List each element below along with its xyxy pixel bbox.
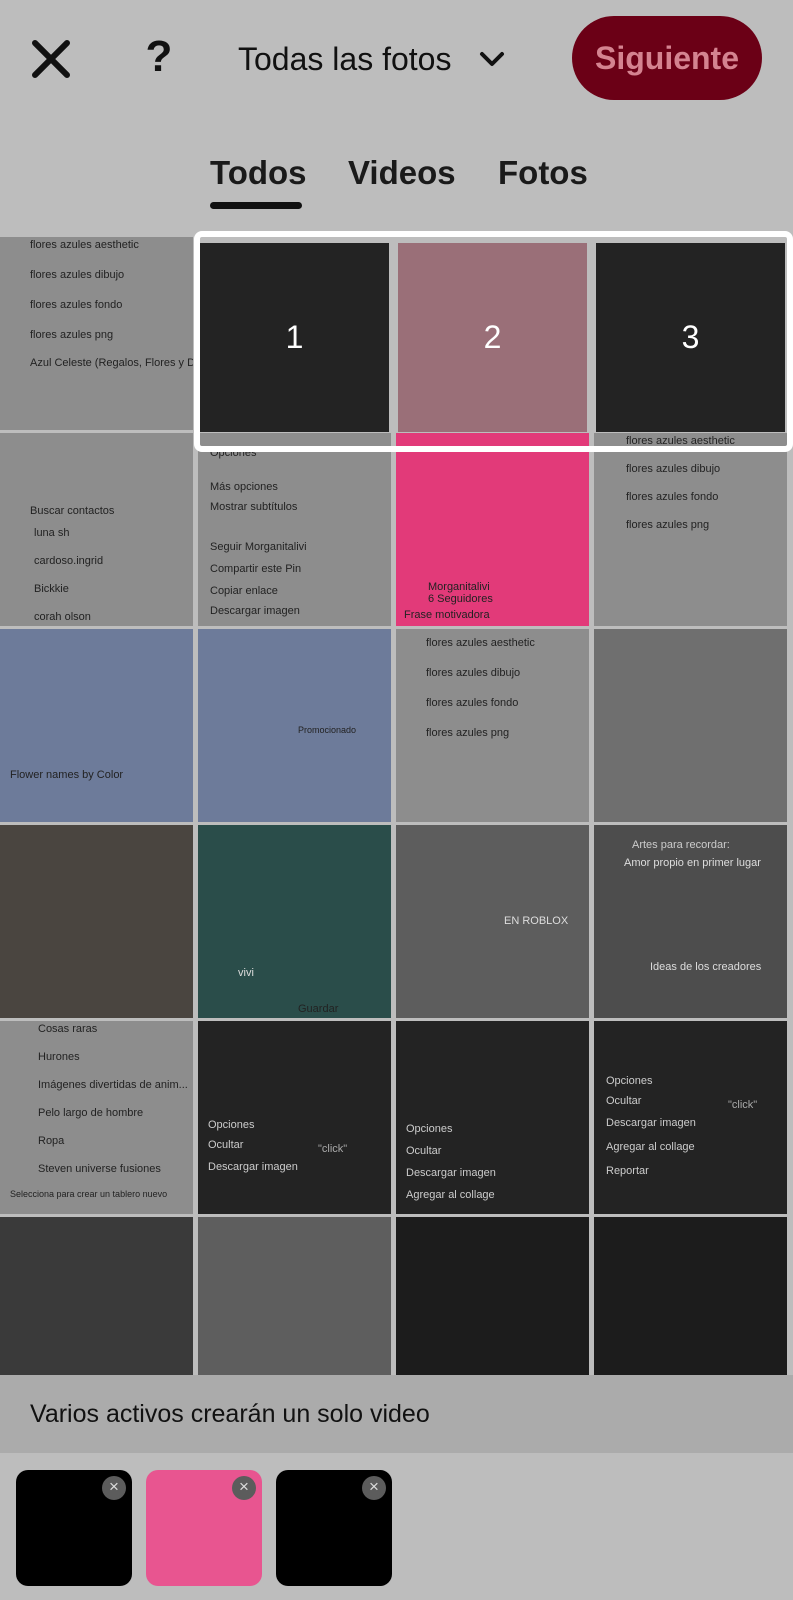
close-icon[interactable]: × [102, 1476, 126, 1500]
media-thumbnail[interactable]: EN ROBLOX [396, 825, 589, 1018]
tab-todos[interactable]: Todos [210, 154, 307, 192]
media-thumbnail[interactable] [594, 629, 787, 822]
media-thumbnail[interactable]: flores azules aesthetic flores azules di… [594, 433, 787, 626]
multi-asset-notice: Varios activos crearán un solo video [0, 1375, 793, 1453]
album-title: Todas las fotos [238, 40, 452, 77]
media-thumbnail[interactable] [0, 1217, 193, 1375]
selected-thumbnail[interactable]: × [276, 1470, 392, 1586]
close-icon[interactable]: × [362, 1476, 386, 1500]
close-icon [32, 40, 70, 78]
media-thumbnail[interactable]: flores azules aesthetic flores azules di… [396, 629, 589, 822]
media-thumbnail[interactable] [594, 1217, 787, 1375]
selection-order-number: 1 [285, 319, 304, 355]
help-button[interactable]: ? [134, 32, 184, 82]
media-thumbnail[interactable]: Cosas raras Hurones Imágenes divertidas … [0, 1021, 193, 1214]
media-thumbnail[interactable]: Opciones Ocultar Descargar imagen Agrega… [396, 1021, 589, 1214]
media-thumbnail[interactable]: vivi Guardar [198, 825, 391, 1018]
close-icon[interactable]: × [232, 1476, 256, 1500]
media-thumbnail[interactable]: Opciones Más opciones Mostrar subtítulos… [198, 433, 391, 626]
media-thumbnail[interactable] [396, 1217, 589, 1375]
media-thumbnail[interactable]: Artes para recordar: Amor propio en prim… [594, 825, 787, 1018]
tab-fotos[interactable]: Fotos [498, 154, 588, 192]
top-bar: ? Todas las fotos Siguiente [0, 0, 793, 115]
selection-order-number: 2 [483, 319, 502, 355]
media-thumbnail[interactable]: Buscar contactos luna sh cardoso.ingrid … [0, 433, 193, 626]
media-grid: flores azules aesthetic flores azules di… [0, 237, 793, 1375]
tab-videos[interactable]: Videos [348, 154, 456, 192]
media-thumbnail[interactable] [198, 1217, 391, 1375]
media-tabs: Todos Videos Fotos [0, 150, 793, 210]
close-button[interactable] [26, 34, 76, 84]
chevron-down-icon [480, 52, 505, 66]
media-thumbnail[interactable]: Opciones Ocultar Descargar imagen Agrega… [594, 1021, 787, 1214]
media-thumbnail[interactable]: Promocionado [198, 629, 391, 822]
media-thumbnail-selected[interactable]: 3 [596, 243, 785, 432]
active-tab-indicator [210, 202, 302, 209]
media-thumbnail[interactable]: flores azules aesthetic flores azules di… [0, 237, 193, 430]
selection-order-number: 3 [681, 319, 700, 355]
media-thumbnail-selected[interactable]: 1 [200, 243, 389, 432]
media-thumbnail[interactable]: Opciones Ocultar Descargar imagen "click… [198, 1021, 391, 1214]
media-thumbnail[interactable] [0, 825, 193, 1018]
media-thumbnail[interactable]: Morganitalivi 6 Seguidores Frase motivad… [396, 433, 589, 626]
media-thumbnail-selected[interactable]: 2 [398, 243, 587, 432]
selected-thumbnail[interactable]: × [146, 1470, 262, 1586]
selected-tray: × × × [0, 1453, 793, 1600]
media-thumbnail[interactable]: Flower names by Color [0, 629, 193, 822]
notice-text: Varios activos crearán un solo video [30, 1399, 430, 1428]
next-button[interactable]: Siguiente [572, 16, 762, 100]
selected-thumbnail[interactable]: × [16, 1470, 132, 1586]
album-selector[interactable]: Todas las fotos [238, 34, 505, 84]
